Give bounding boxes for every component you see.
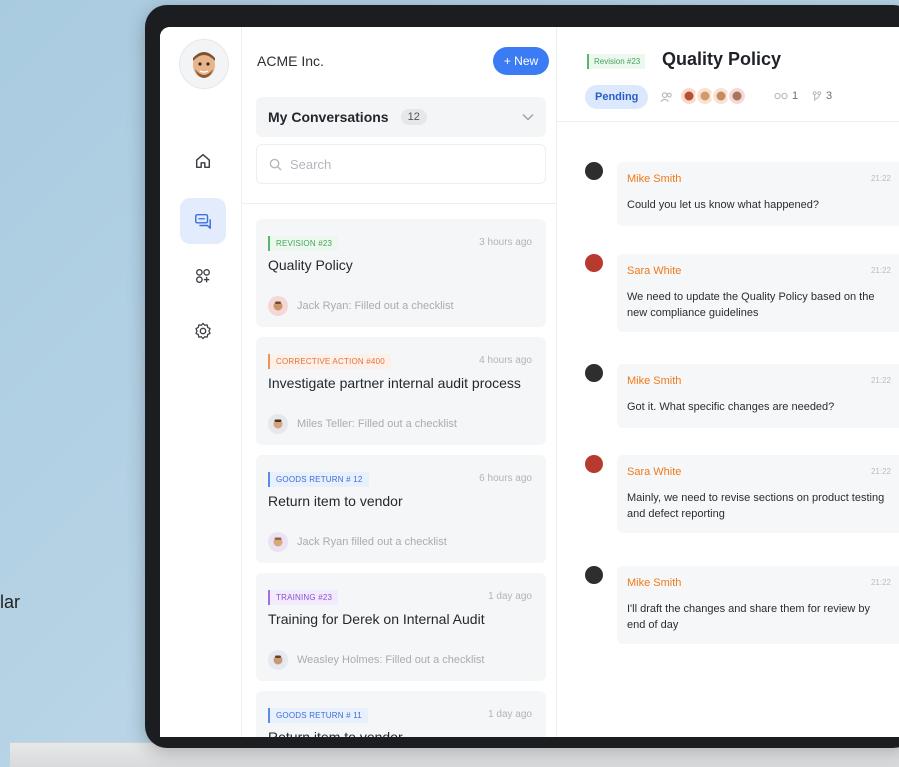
conversation-card[interactable]: TRAINING #23 1 day ago Training for Dere… <box>256 573 546 681</box>
org-name: ACME Inc. <box>257 53 324 69</box>
message-text: Mainly, we need to revise sections on pr… <box>627 492 885 520</box>
branches-count: 3 <box>812 90 832 102</box>
memoji-icon <box>193 52 215 78</box>
message-author: Mike Smith <box>627 173 682 185</box>
branch-icon <box>812 90 822 101</box>
conversation-tag: GOODS RETURN # 11 <box>268 708 368 723</box>
conversation-tag: CORRECTIVE ACTION #400 <box>268 354 391 369</box>
chat-header: Revision #23 Quality Policy Pending 1 3 <box>557 27 899 122</box>
conversation-card[interactable]: GOODS RETURN # 11 1 day ago Return item … <box>256 691 546 737</box>
conversation-tag: TRAINING #23 <box>268 590 339 605</box>
conversations-title: My Conversations <box>268 109 389 125</box>
message-author: Mike Smith <box>627 375 682 387</box>
conversation-title: Quality Policy <box>268 257 353 273</box>
chevron-down-icon <box>522 110 534 124</box>
branches-count-value: 3 <box>826 90 833 102</box>
conversation-time: 4 hours ago <box>479 355 532 366</box>
nav-home[interactable] <box>180 138 226 184</box>
message-time: 21:22 <box>870 578 891 587</box>
avatar <box>268 532 288 552</box>
conversation-title: Investigate partner internal audit proce… <box>268 375 521 391</box>
message-text: I'll draft the changes and share them fo… <box>627 603 871 631</box>
links-count-value: 1 <box>792 90 799 102</box>
list-divider <box>242 203 557 204</box>
conversation-activity: Weasley Holmes: Filled out a checklist <box>297 654 485 666</box>
conversations-count-badge: 12 <box>400 109 427 125</box>
conversation-title: Return item to vendor <box>268 493 403 509</box>
avatar <box>727 86 747 106</box>
conversation-time: 1 day ago <box>488 709 532 720</box>
conversation-activity: Jack Ryan: Filled out a checklist <box>297 300 454 312</box>
message-author: Mike Smith <box>627 577 682 589</box>
nav-conversations[interactable] <box>180 198 226 244</box>
message-author: Sara White <box>627 466 682 478</box>
link-icon <box>774 92 788 100</box>
conversation-title: Return item to vendor <box>268 729 403 737</box>
status-badge[interactable]: Pending <box>585 85 649 109</box>
conversation-title: Training for Derek on Internal Audit <box>268 611 485 627</box>
message-text: We need to update the Quality Policy bas… <box>627 291 875 319</box>
chat-message: Mike Smith 21:22 Got it. What specific c… <box>585 364 899 434</box>
links-count: 1 <box>774 90 798 102</box>
participants-icon <box>660 90 673 108</box>
avatar <box>268 650 288 670</box>
avatar <box>585 254 603 272</box>
nav-apps[interactable] <box>180 253 226 299</box>
conversation-list-panel: ACME Inc. + New My Conversations 12 REVI… <box>242 27 557 737</box>
search-icon <box>269 158 282 171</box>
chat-message: Mike Smith 21:22 Could you let us know w… <box>585 162 899 232</box>
conversation-card[interactable]: CORRECTIVE ACTION #400 4 hours ago Inves… <box>256 337 546 445</box>
message-time: 21:22 <box>870 376 891 385</box>
apps-icon <box>196 269 210 283</box>
message-text: Got it. What specific changes are needed… <box>627 401 835 413</box>
revision-tag: Revision #23 <box>587 54 646 69</box>
settings-icon <box>195 322 211 340</box>
avatar <box>585 566 603 584</box>
chat-panel: Revision #23 Quality Policy Pending 1 3 <box>557 27 899 737</box>
chat-message: Mike Smith 21:22 I'll draft the changes … <box>585 566 899 644</box>
avatar <box>268 414 288 434</box>
participant-avatars[interactable] <box>679 86 747 106</box>
nav-settings[interactable] <box>180 308 226 354</box>
user-avatar[interactable] <box>179 39 229 89</box>
message-author: Sara White <box>627 265 682 277</box>
conversation-card[interactable]: GOODS RETURN # 12 6 hours ago Return ite… <box>256 455 546 563</box>
message-time: 21:22 <box>870 174 891 183</box>
avatar <box>585 455 603 473</box>
conversation-activity: Miles Teller: Filled out a checklist <box>297 418 457 430</box>
home-icon <box>195 153 211 169</box>
app-window: ACME Inc. + New My Conversations 12 REVI… <box>160 27 899 737</box>
conversation-card[interactable]: REVISION #23 3 hours ago Quality Policy … <box>256 219 546 327</box>
conversations-dropdown[interactable]: My Conversations 12 <box>256 97 546 137</box>
avatar <box>268 296 288 316</box>
message-text: Could you let us know what happened? <box>627 199 820 211</box>
conversation-time: 1 day ago <box>488 591 532 602</box>
message-time: 21:22 <box>870 266 891 275</box>
conversation-tag: REVISION #23 <box>268 236 339 251</box>
message-time: 21:22 <box>870 467 891 476</box>
avatar <box>585 364 603 382</box>
nav-rail <box>160 27 242 737</box>
conversation-time: 3 hours ago <box>479 237 532 248</box>
conversation-time: 6 hours ago <box>479 473 532 484</box>
chat-title: Quality Policy <box>662 49 782 69</box>
chat-icon <box>195 213 211 229</box>
background-caption: lar <box>0 592 21 612</box>
search-field[interactable] <box>256 144 546 184</box>
new-conversation-button[interactable]: + New <box>493 47 549 75</box>
avatar <box>585 162 603 180</box>
chat-message: Sara White 21:22 Mainly, we need to revi… <box>585 455 899 533</box>
conversation-tag: GOODS RETURN # 12 <box>268 472 369 487</box>
conversation-activity: Jack Ryan filled out a checklist <box>297 536 447 548</box>
chat-message: Sara White 21:22 We need to update the Q… <box>585 254 899 332</box>
search-input[interactable] <box>290 156 510 172</box>
